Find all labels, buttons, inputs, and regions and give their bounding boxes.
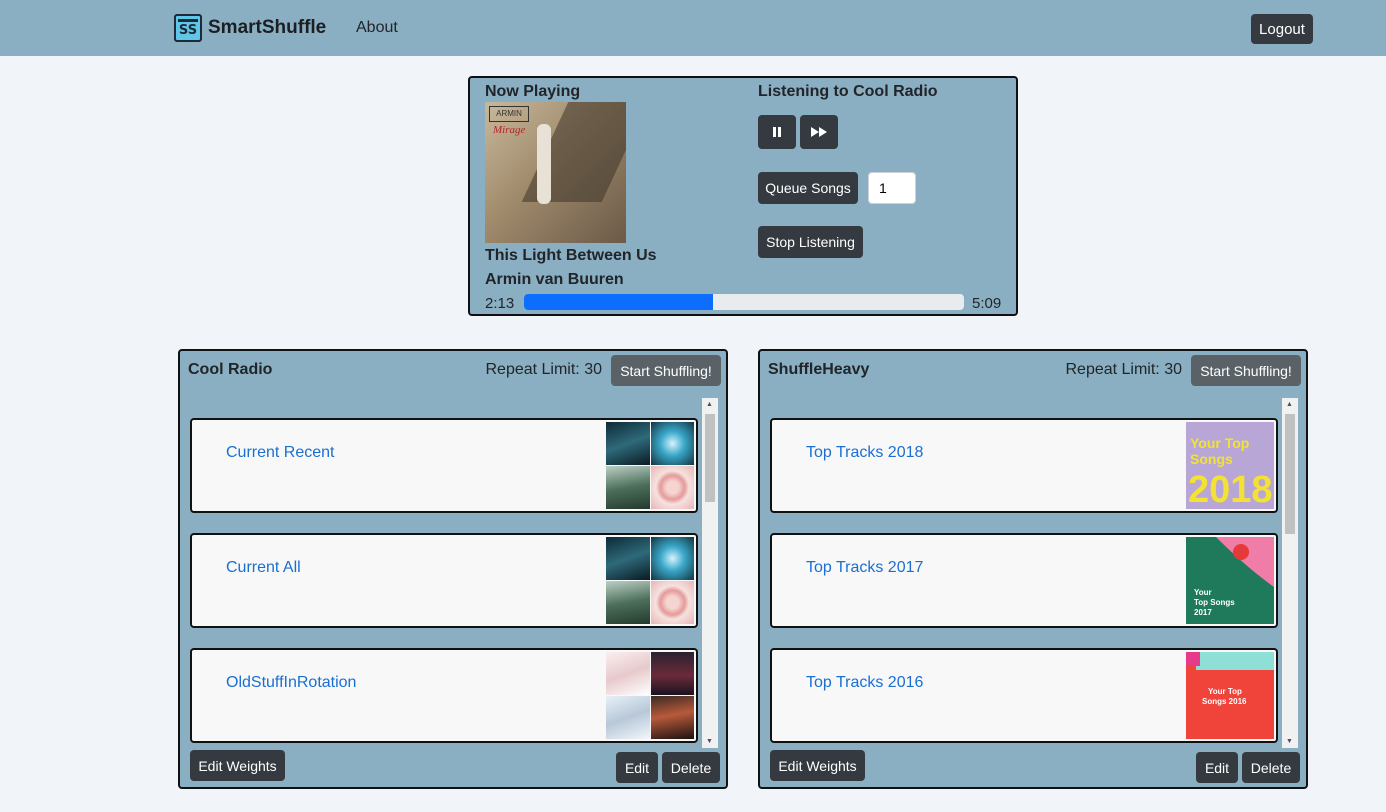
- start-shuffling-button[interactable]: Start Shuffling!: [611, 355, 721, 386]
- svg-text:2017: 2017: [1194, 608, 1212, 617]
- pause-button[interactable]: [758, 115, 796, 149]
- playlist-list[interactable]: Current Recent Current All OldStuffInRot…: [188, 398, 718, 748]
- scroll-down-icon[interactable]: ▼: [1286, 738, 1293, 745]
- list-item[interactable]: OldStuffInRotation: [190, 648, 698, 743]
- edit-button[interactable]: Edit: [616, 752, 658, 783]
- svg-text:Your Top: Your Top: [1190, 435, 1249, 451]
- panel-title: Cool Radio: [188, 361, 273, 378]
- scroll-up-icon[interactable]: ▲: [1286, 401, 1293, 408]
- list-item[interactable]: Top Tracks 2018 Your Top Songs 2018: [770, 418, 1278, 513]
- playlist-list[interactable]: Top Tracks 2018 Your Top Songs 2018 Top …: [768, 398, 1298, 748]
- svg-text:Your Top: Your Top: [1208, 687, 1242, 696]
- scrollbar-thumb[interactable]: [705, 414, 715, 502]
- playlist-cover: [606, 652, 694, 739]
- time-total: 5:09: [972, 295, 1002, 312]
- playlist-panel-shuffleheavy: ShuffleHeavy Repeat Limit: 30 Start Shuf…: [758, 349, 1308, 789]
- panel-title: ShuffleHeavy: [768, 361, 870, 378]
- logout-button[interactable]: Logout: [1251, 14, 1313, 44]
- repeat-limit: Repeat Limit: 30: [485, 361, 602, 378]
- brand[interactable]: SS SmartShuffle: [174, 14, 326, 42]
- pause-icon: [773, 127, 781, 137]
- stop-listening-button[interactable]: Stop Listening: [758, 226, 863, 258]
- progress-fill: [524, 294, 714, 310]
- album-script: Mirage: [493, 124, 526, 136]
- playlist-cover: Your Top Songs 2016: [1186, 652, 1274, 739]
- playlist-panel-cool-radio: Cool Radio Repeat Limit: 30 Start Shuffl…: [178, 349, 728, 789]
- top-songs-2018-art: Your Top Songs 2018: [1188, 435, 1273, 509]
- playlist-link[interactable]: Top Tracks 2016: [806, 674, 923, 692]
- playlist-cover: [606, 422, 694, 509]
- list-item[interactable]: Top Tracks 2016 Your Top Songs 2016: [770, 648, 1278, 743]
- queue-count-input[interactable]: [868, 172, 916, 204]
- edit-weights-button[interactable]: Edit Weights: [770, 750, 865, 781]
- fast-forward-icon: [811, 127, 827, 137]
- svg-text:Top Songs: Top Songs: [1194, 598, 1235, 607]
- list-item[interactable]: Current All: [190, 533, 698, 628]
- playlist-link[interactable]: OldStuffInRotation: [226, 674, 356, 692]
- skip-button[interactable]: [800, 115, 838, 149]
- top-songs-2017-art: Your Top Songs 2017: [1186, 537, 1274, 624]
- brand-logo-icon: SS: [174, 14, 202, 42]
- song-title: This Light Between Us: [485, 247, 657, 264]
- start-shuffling-button[interactable]: Start Shuffling!: [1191, 355, 1301, 386]
- svg-text:Songs 2016: Songs 2016: [1202, 697, 1247, 706]
- song-artist: Armin van Buuren: [485, 271, 624, 288]
- delete-button[interactable]: Delete: [1242, 752, 1300, 783]
- svg-text:2018: 2018: [1188, 469, 1273, 509]
- now-playing-card: Now Playing ARMIN Mirage This Light Betw…: [468, 76, 1018, 316]
- list-item[interactable]: Top Tracks 2017 Your Top Songs 2017: [770, 533, 1278, 628]
- scrollbar-thumb[interactable]: [1285, 414, 1295, 534]
- scrollbar[interactable]: ▲ ▼: [702, 398, 718, 748]
- playlist-link[interactable]: Top Tracks 2017: [806, 559, 923, 577]
- listening-label: Listening to Cool Radio: [758, 83, 938, 100]
- repeat-limit: Repeat Limit: 30: [1065, 361, 1182, 378]
- album-logo: ARMIN: [489, 106, 529, 122]
- navbar: SS SmartShuffle About Logout: [0, 0, 1386, 56]
- edit-button[interactable]: Edit: [1196, 752, 1238, 783]
- progress-bar[interactable]: [524, 294, 964, 310]
- nav-about-link[interactable]: About: [356, 19, 398, 37]
- playlist-link[interactable]: Current All: [226, 559, 301, 577]
- time-current: 2:13: [485, 295, 515, 312]
- delete-button[interactable]: Delete: [662, 752, 720, 783]
- brand-name[interactable]: SmartShuffle: [208, 17, 326, 39]
- playlist-cover: [606, 537, 694, 624]
- svg-text:Your: Your: [1194, 588, 1212, 597]
- top-songs-2016-art: Your Top Songs 2016: [1186, 652, 1274, 739]
- queue-songs-button[interactable]: Queue Songs: [758, 172, 858, 204]
- list-item[interactable]: Current Recent: [190, 418, 698, 513]
- album-art: ARMIN Mirage: [485, 102, 626, 243]
- edit-weights-button[interactable]: Edit Weights: [190, 750, 285, 781]
- svg-text:Songs: Songs: [1190, 451, 1233, 467]
- playlist-cover: Your Top Songs 2018: [1186, 422, 1274, 509]
- scroll-up-icon[interactable]: ▲: [706, 401, 713, 408]
- playlist-cover: Your Top Songs 2017: [1186, 537, 1274, 624]
- now-playing-label: Now Playing: [485, 83, 581, 100]
- playlist-link[interactable]: Current Recent: [226, 444, 335, 462]
- playlist-link[interactable]: Top Tracks 2018: [806, 444, 923, 462]
- scroll-down-icon[interactable]: ▼: [706, 738, 713, 745]
- scrollbar[interactable]: ▲ ▼: [1282, 398, 1298, 748]
